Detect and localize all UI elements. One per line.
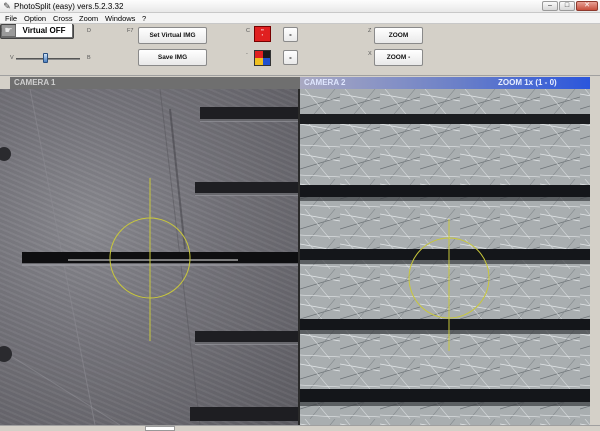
fkey-color-bottom: -: [246, 51, 248, 57]
camera-1-view[interactable]: [0, 89, 300, 425]
fkey-color-top: C: [246, 28, 250, 34]
photosplit-window: ✎ PhotoSplit (easy) vers.5.2.3.32 – □ ✕ …: [0, 0, 600, 431]
fkey-slider-left: V: [10, 55, 14, 61]
minimize-button[interactable]: –: [542, 1, 558, 11]
menu-zoom[interactable]: Zoom: [79, 13, 98, 24]
menu-option[interactable]: Option: [24, 13, 46, 24]
menu-file[interactable]: File: [5, 13, 17, 24]
fkey-save: F7: [127, 28, 134, 34]
fkey-slider-right: B: [87, 55, 91, 61]
camera-2-view[interactable]: [300, 89, 600, 425]
color-palette-button[interactable]: [254, 50, 271, 66]
palette-red: [255, 51, 263, 58]
decrease-top-button[interactable]: -: [283, 27, 298, 42]
virtual-toggle-button[interactable]: ☛ Virtual OFF: [0, 24, 74, 39]
maximize-button[interactable]: □: [559, 1, 575, 11]
virtual-toggle-label: Virtual OFF: [16, 24, 72, 37]
camera-1-image: [0, 89, 300, 425]
status-bar: [0, 425, 600, 431]
save-img-button[interactable]: Save IMG: [138, 49, 207, 66]
hand-icon: ☛: [2, 25, 15, 36]
camera-2-zoom-label: ZOOM 1x (1 - 0): [498, 78, 557, 87]
fkey-virtual-right: D: [87, 28, 91, 34]
set-virtual-img-button[interactable]: Set Virtual IMG: [138, 27, 207, 44]
opacity-slider-thumb[interactable]: [42, 53, 48, 63]
toolbar: F6 D ☛ Virtual OFF V B F7 Set Virtual IM…: [0, 24, 600, 76]
palette-blue: [262, 58, 270, 65]
menu-windows[interactable]: Windows: [105, 13, 135, 24]
menu-help[interactable]: ?: [142, 13, 146, 24]
status-tab[interactable]: [145, 426, 175, 431]
palette-black: [262, 51, 270, 58]
camera-2-image: [300, 89, 600, 425]
app-icon[interactable]: ✎: [2, 1, 12, 11]
window-title: PhotoSplit (easy) vers.5.2.3.32: [14, 2, 124, 11]
decrease-bottom-button[interactable]: -: [283, 50, 298, 65]
right-edge-frame: [590, 77, 600, 425]
title-bar[interactable]: ✎ PhotoSplit (easy) vers.5.2.3.32 – □ ✕: [0, 0, 600, 13]
zoom-out-button[interactable]: ZOOM -: [374, 49, 423, 66]
palette-yellow: [255, 58, 263, 65]
zoom-in-button[interactable]: ZOOM: [374, 27, 423, 44]
cross-color-swatch[interactable]: ▪▪ ▪: [254, 26, 271, 42]
fkey-zoom-out: X: [368, 51, 372, 57]
menu-cross[interactable]: Cross: [53, 13, 73, 24]
close-button[interactable]: ✕: [576, 1, 598, 11]
opacity-slider[interactable]: [16, 58, 80, 60]
camera-1-header: CAMERA 1: [10, 77, 300, 89]
fkey-zoom-in: Z: [368, 28, 372, 34]
menu-bar: File Option Cross Zoom Windows ?: [0, 13, 600, 24]
